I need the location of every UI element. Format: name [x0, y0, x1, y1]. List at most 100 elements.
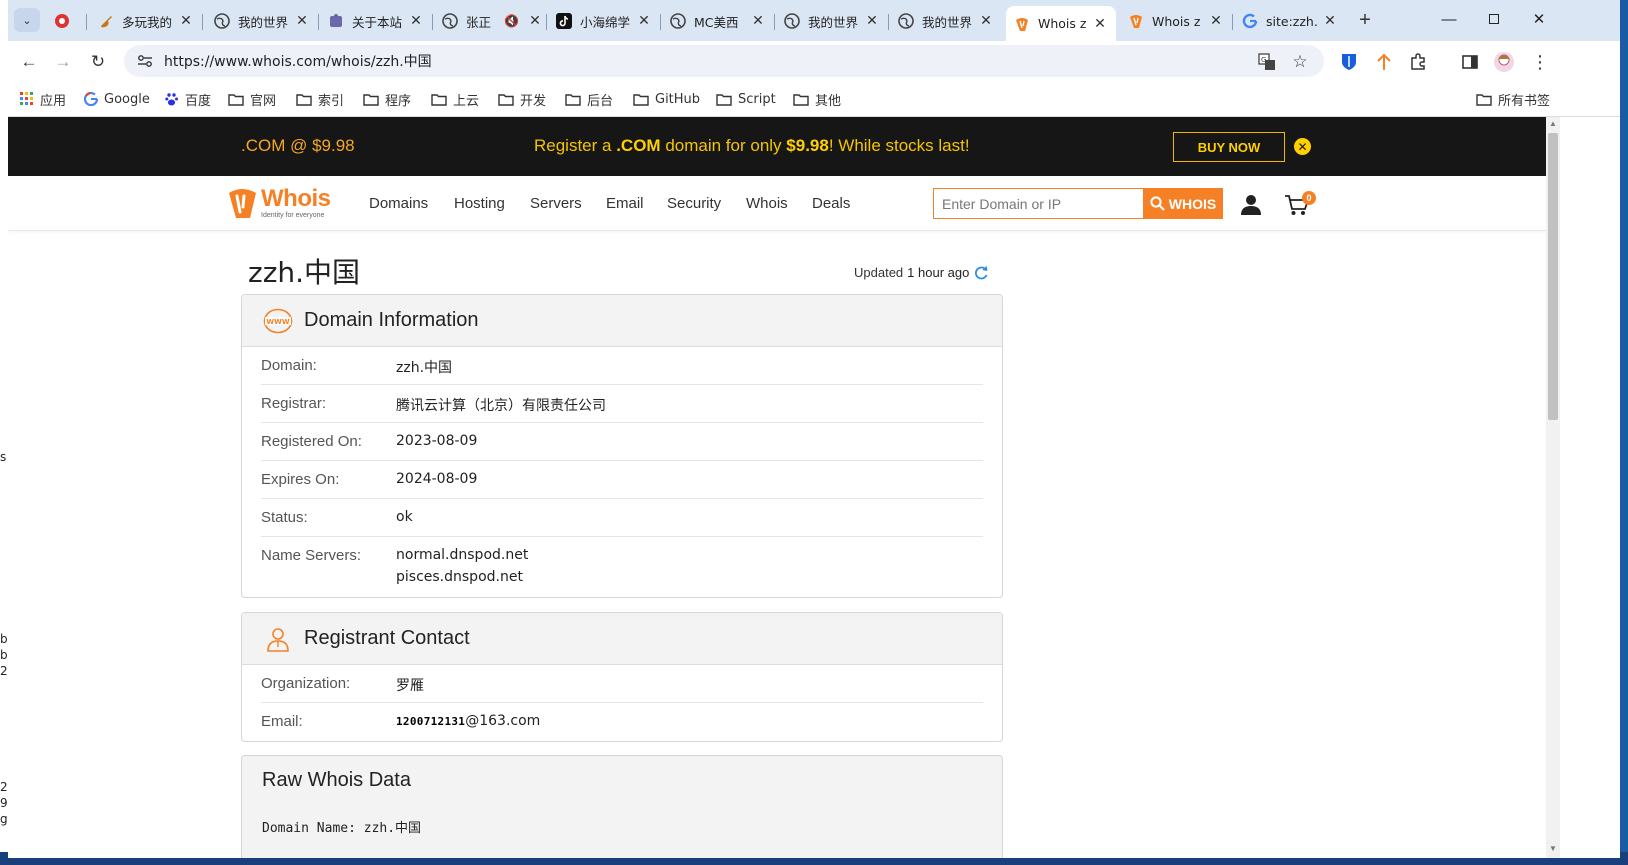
maximize-button[interactable] — [1471, 0, 1517, 38]
tab[interactable]: 关于本站 ✕ — [320, 6, 433, 36]
bookmark-google[interactable]: Google — [84, 89, 150, 109]
logo-tagline: Identity for everyone — [261, 211, 325, 219]
close-icon[interactable]: ✕ — [864, 13, 880, 29]
tab[interactable]: MC美西 ✕ — [662, 6, 775, 36]
bookmark-label: 上云 — [453, 93, 480, 109]
tab-search-button[interactable]: ⌄ — [14, 8, 40, 32]
guitar-icon — [98, 13, 114, 29]
row-label: Registrar: — [261, 395, 327, 412]
star-icon[interactable]: ☆ — [1290, 52, 1310, 72]
tab[interactable]: 多玩我的 ✕ — [90, 6, 203, 36]
close-icon[interactable]: ✕ — [294, 13, 310, 29]
tab[interactable]: 小海绵学 ✕ — [548, 6, 661, 36]
upload-extension-icon[interactable] — [1373, 51, 1395, 73]
promo-price: .COM @ $9.98 — [241, 136, 355, 155]
whois-logo[interactable]: Whois Identity for everyone — [226, 186, 346, 220]
bookmark-apps[interactable]: 应用 — [20, 89, 66, 109]
folder-icon — [633, 93, 649, 106]
close-icon[interactable]: ✕ — [1208, 13, 1224, 29]
bookmark-label: 程序 — [385, 93, 412, 109]
buy-now-button[interactable]: BUY NOW — [1173, 132, 1285, 162]
folder-icon — [363, 93, 379, 106]
close-banner-icon[interactable]: ✕ — [1294, 138, 1311, 155]
bookmark-folder[interactable]: 官网 — [228, 89, 276, 109]
profile-avatar[interactable] — [1493, 51, 1515, 73]
scrollbar-thumb[interactable] — [1548, 133, 1558, 420]
nav-security[interactable]: Security — [667, 195, 721, 212]
bookmark-folder[interactable]: 后台 — [565, 89, 613, 109]
close-icon[interactable]: ✕ — [527, 13, 543, 29]
close-icon[interactable]: ✕ — [1092, 16, 1108, 32]
translate-icon[interactable]: G — [1257, 52, 1277, 72]
web-page: .COM @ $9.98 Register a .COM domain for … — [8, 117, 1546, 858]
extensions-icon[interactable] — [1407, 51, 1429, 73]
folder-icon — [565, 93, 581, 106]
desktop-text: 9 — [0, 796, 8, 810]
minimize-button[interactable]: — — [1426, 0, 1472, 38]
globe-icon — [784, 13, 800, 29]
bookmark-folder[interactable]: 索引 — [296, 89, 344, 109]
tab-title: 张正 — [466, 14, 492, 30]
nav-servers[interactable]: Servers — [530, 195, 582, 212]
updated-status: Updated 1 hour ago — [854, 265, 988, 280]
whois-search-button[interactable]: WHOIS — [1143, 188, 1223, 219]
tab-title: 多玩我的 — [122, 14, 173, 30]
desktop-text: g — [0, 812, 8, 826]
bookmark-folder[interactable]: 开发 — [498, 89, 546, 109]
new-tab-button[interactable]: + — [1353, 8, 1377, 32]
tab[interactable]: 张正 🔇 ✕ — [434, 6, 547, 36]
info-row: Domain: zzh.中国 — [261, 347, 983, 385]
menu-kebab-icon[interactable]: ⋮ — [1529, 51, 1551, 73]
card-header: Registrant Contact — [242, 613, 1002, 665]
tab[interactable]: 我的世界 ✕ — [776, 6, 889, 36]
scroll-down-icon[interactable]: ▼ — [1548, 844, 1558, 856]
scroll-up-icon[interactable]: ▲ — [1548, 119, 1558, 131]
close-icon[interactable]: ✕ — [750, 13, 766, 29]
user-icon[interactable] — [1240, 194, 1262, 216]
close-icon[interactable]: ✕ — [1322, 13, 1338, 29]
nav-hosting[interactable]: Hosting — [454, 195, 505, 212]
nav-deals[interactable]: Deals — [812, 195, 850, 212]
close-icon[interactable]: ✕ — [408, 13, 424, 29]
close-icon[interactable]: ✕ — [978, 13, 994, 29]
bookmark-folder[interactable]: 上云 — [431, 89, 479, 109]
bookmark-folder[interactable]: 程序 — [363, 89, 411, 109]
all-bookmarks-folder[interactable]: 所有书签 — [1476, 89, 1550, 109]
close-icon[interactable]: ✕ — [636, 13, 652, 29]
refresh-icon[interactable] — [974, 265, 988, 280]
folder-icon — [498, 93, 514, 106]
nav-whois[interactable]: Whois — [746, 195, 788, 212]
muted-speaker-icon[interactable]: 🔇 — [504, 14, 519, 28]
bookmark-folder[interactable]: GitHub — [633, 89, 700, 109]
browser-toolbar: ← → ↻ https://www.whois.com/whois/zzh.中国… — [8, 41, 1620, 81]
bookmark-label: 开发 — [520, 93, 547, 109]
close-icon[interactable]: ✕ — [178, 13, 194, 29]
back-button[interactable]: ← — [16, 49, 42, 75]
tab[interactable]: Whois z ✕ — [1120, 6, 1233, 36]
nav-email[interactable]: Email — [606, 195, 644, 212]
site-info-icon[interactable] — [130, 48, 160, 74]
page-scrollbar[interactable]: ▲ ▼ — [1546, 117, 1560, 858]
close-window-button[interactable]: ✕ — [1516, 0, 1562, 38]
address-bar[interactable]: https://www.whois.com/whois/zzh.中国 G ☆ — [124, 45, 1324, 77]
promo-banner: .COM @ $9.98 Register a .COM domain for … — [8, 117, 1546, 176]
promo-message: Register a .COM domain for only $9.98! W… — [534, 136, 970, 155]
domain-search-input[interactable] — [933, 188, 1143, 219]
tab[interactable] — [46, 6, 87, 36]
row-value: pisces.dnspod.net — [396, 569, 523, 585]
tab[interactable]: 我的世界 ✕ — [890, 6, 1002, 36]
reload-button[interactable]: ↻ — [85, 49, 111, 75]
bookmark-folder[interactable]: Script — [716, 89, 776, 109]
row-value: 2023-08-09 — [396, 433, 478, 449]
forward-button[interactable]: → — [50, 49, 76, 75]
tab[interactable]: 我的世界 ✕ — [206, 6, 319, 36]
bookmark-folder[interactable]: 其他 — [793, 89, 841, 109]
close-icon: ✕ — [1532, 11, 1546, 28]
nav-domains[interactable]: Domains — [369, 195, 428, 212]
side-panel-icon[interactable] — [1459, 51, 1481, 73]
bookmark-baidu[interactable]: 百度 — [165, 89, 211, 109]
tab-title: 我的世界 — [238, 14, 289, 30]
bitwarden-icon[interactable] — [1338, 51, 1360, 73]
tab[interactable]: site:zzh. ✕ — [1234, 6, 1346, 36]
tab-active[interactable]: Whois z ✕ — [1006, 6, 1116, 41]
